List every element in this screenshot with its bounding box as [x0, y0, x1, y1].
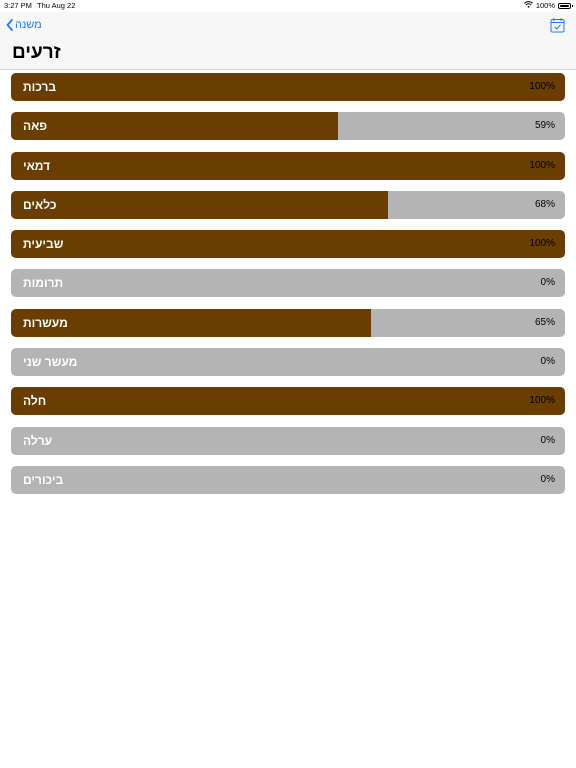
- item-percent: 0%: [540, 277, 555, 289]
- item-percent: 59%: [534, 120, 555, 132]
- back-button-label: משנה: [15, 19, 42, 31]
- progress-bar-fill: [11, 151, 565, 180]
- page-title: זרעים: [12, 42, 61, 63]
- back-button[interactable]: משנה: [6, 19, 42, 31]
- status-date: Thu Aug 22: [37, 1, 76, 10]
- battery-level: [560, 4, 569, 7]
- item-label: פאה: [23, 119, 48, 134]
- list-item[interactable]: תרומות 0%: [11, 269, 565, 298]
- item-label: ברכות: [23, 80, 57, 94]
- item-label: שביעית: [23, 237, 64, 252]
- item-label: חלה: [23, 394, 47, 409]
- navigation-bar: משנה זרעים: [0, 12, 576, 70]
- status-bar: 3:27 PM Thu Aug 22 100%: [0, 0, 576, 12]
- item-percent: 0%: [540, 356, 555, 368]
- item-percent: 100%: [529, 395, 555, 407]
- list-item[interactable]: מעשר שני 0%: [11, 348, 565, 377]
- item-percent: 0%: [540, 434, 555, 446]
- calendar-button[interactable]: [550, 17, 565, 38]
- list-item[interactable]: ברכות 100%: [11, 73, 565, 101]
- list-item[interactable]: חלה 100%: [11, 387, 565, 416]
- battery-icon: [558, 2, 573, 9]
- progress-bar-fill: [11, 190, 388, 219]
- calendar-check-icon: [550, 18, 565, 33]
- wifi-icon: [523, 1, 533, 10]
- list-item[interactable]: ביכורים 0%: [11, 465, 565, 494]
- item-label: תרומות: [23, 276, 64, 291]
- item-label: מעשרות: [23, 315, 68, 330]
- progress-list: ברכות 100% פאה 59% דמאי 100% כלאים 68% ש…: [11, 73, 565, 505]
- item-label: מעשר שני: [23, 355, 78, 370]
- battery-percent: 100%: [535, 1, 555, 10]
- list-item[interactable]: כלאים 68%: [11, 190, 565, 219]
- item-percent: 68%: [534, 198, 555, 210]
- status-right: 100%: [523, 1, 573, 10]
- status-time: 3:27 PM: [4, 1, 32, 10]
- chevron-left-icon: [6, 19, 13, 31]
- list-item[interactable]: מעשרות 65%: [11, 308, 565, 337]
- list-item[interactable]: פאה 59%: [11, 112, 565, 141]
- progress-bar-fill: [11, 112, 338, 141]
- list-item[interactable]: דמאי 100%: [11, 151, 565, 180]
- progress-bar-fill: [11, 230, 565, 259]
- item-percent: 100%: [529, 159, 555, 171]
- item-label: דמאי: [23, 158, 51, 173]
- item-label: ערלה: [23, 433, 53, 448]
- item-percent: 100%: [529, 238, 555, 250]
- progress-bar-fill: [11, 387, 565, 416]
- list-item[interactable]: שביעית 100%: [11, 230, 565, 259]
- item-label: ביכורים: [23, 472, 64, 487]
- list-item[interactable]: ערלה 0%: [11, 426, 565, 455]
- item-label: כלאים: [23, 197, 57, 212]
- progress-bar-fill: [11, 73, 565, 101]
- item-percent: 0%: [540, 473, 555, 485]
- item-percent: 100%: [529, 81, 555, 92]
- item-percent: 65%: [534, 316, 555, 328]
